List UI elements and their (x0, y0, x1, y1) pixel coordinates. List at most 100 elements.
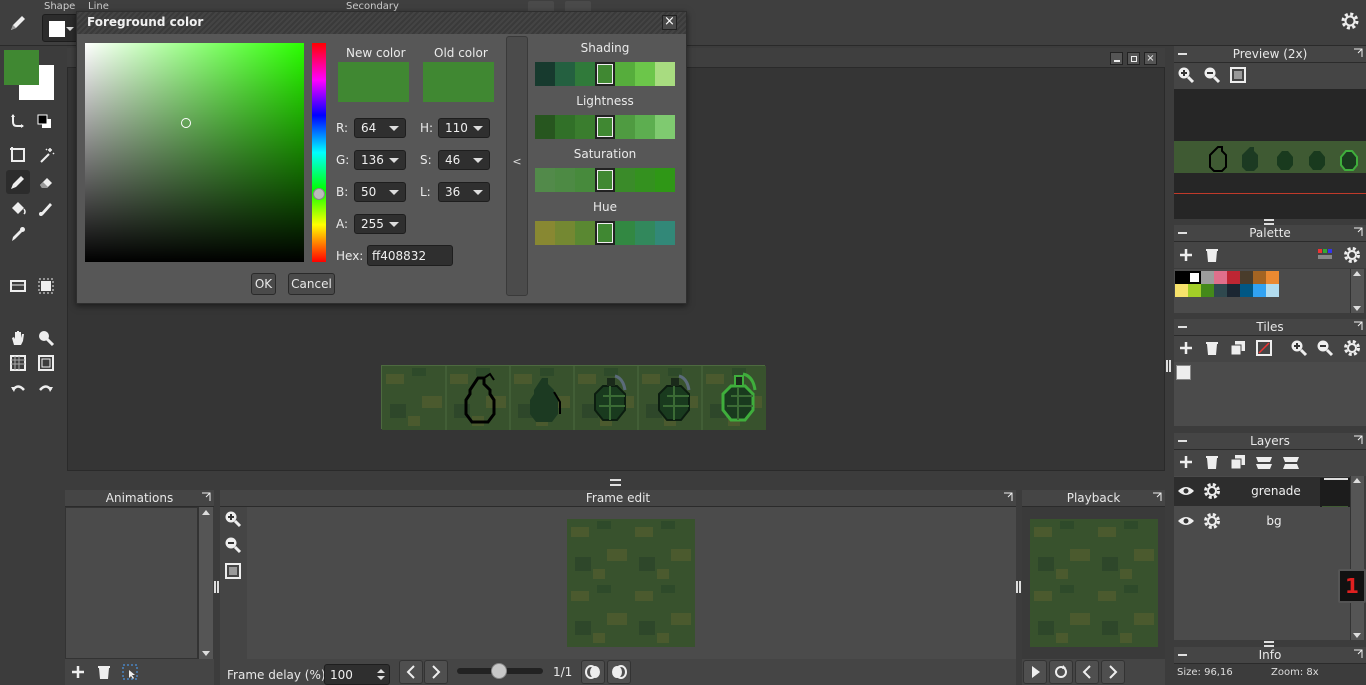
brush-icon[interactable] (34, 196, 58, 220)
frame-zoom-in-icon[interactable] (221, 507, 245, 531)
lightness-swatch[interactable] (655, 115, 675, 139)
frame-delay-input[interactable]: 100 (324, 664, 390, 685)
hue-swatch[interactable] (655, 221, 675, 245)
palette-swatch[interactable] (1201, 284, 1214, 297)
layers-merge-down-icon[interactable] (1279, 450, 1303, 474)
eraser-icon[interactable] (34, 170, 58, 194)
saturation-swatch[interactable] (535, 168, 555, 192)
pin-icon[interactable] (1353, 227, 1363, 237)
preview-fit-icon[interactable] (1226, 63, 1250, 87)
grid-icon[interactable] (6, 351, 30, 375)
layers-scrollbar[interactable] (1350, 476, 1364, 640)
lightness-swatches[interactable] (535, 115, 675, 139)
bottom-splitter-left[interactable] (214, 581, 219, 593)
cancel-button[interactable]: Cancel (288, 273, 335, 295)
g-select[interactable]: 136 (354, 150, 406, 170)
tiles-settings-icon[interactable] (1340, 336, 1364, 360)
playback-next-icon[interactable] (1101, 660, 1125, 684)
canvas-restore-button[interactable] (1127, 52, 1140, 65)
settings-gear-icon[interactable] (1338, 9, 1362, 33)
next-frame-icon[interactable] (424, 660, 448, 684)
hand-pan-icon[interactable] (6, 326, 30, 350)
tiles-add-icon[interactable] (1174, 336, 1198, 360)
layers-add-icon[interactable] (1174, 450, 1198, 474)
saturation-swatch[interactable] (655, 168, 675, 192)
saturation-swatches[interactable] (535, 168, 675, 192)
shading-swatch[interactable] (635, 62, 655, 86)
collapse-panel-button[interactable]: < (506, 36, 528, 296)
canvas-minimize-button[interactable] (1110, 52, 1123, 65)
layer-settings-gear-icon[interactable] (1200, 509, 1224, 533)
palette-swatch[interactable] (1240, 271, 1253, 284)
animation-select-icon[interactable] (118, 660, 142, 684)
pin-icon[interactable] (1353, 435, 1363, 445)
pin-icon[interactable] (1152, 492, 1162, 502)
palette-swatch[interactable] (1227, 284, 1240, 297)
shape-dropdown[interactable] (42, 14, 78, 42)
a-select[interactable]: 255 (354, 214, 406, 234)
frame-slider-handle[interactable] (491, 663, 507, 679)
shading-swatch[interactable] (615, 62, 635, 86)
palette-preset-icon[interactable] (1314, 243, 1338, 267)
pin-icon[interactable] (1353, 649, 1363, 659)
hue-swatch[interactable] (615, 221, 635, 245)
palette-swatch[interactable] (1266, 271, 1279, 284)
palette-swatch[interactable] (1175, 271, 1188, 284)
fill-bucket-icon[interactable] (6, 196, 30, 220)
lightness-swatch[interactable] (555, 115, 575, 139)
notification-badge[interactable]: 1 (1338, 569, 1366, 603)
tiles-duplicate-icon[interactable] (1226, 336, 1250, 360)
saturation-swatch[interactable] (555, 168, 575, 192)
horizontal-splitter[interactable] (610, 479, 621, 486)
shading-swatch[interactable] (555, 62, 575, 86)
undo-icon[interactable] (6, 377, 30, 401)
swap-colors-icon[interactable] (6, 109, 30, 133)
layers-delete-icon[interactable] (1200, 450, 1224, 474)
saturation-swatch[interactable] (595, 168, 615, 192)
hue-swatch[interactable] (535, 221, 555, 245)
layer-visibility-eye-icon[interactable] (1174, 509, 1198, 533)
b-select[interactable]: 50 (354, 182, 406, 202)
hue-swatch[interactable] (555, 221, 575, 245)
tiles-zoom-in-icon[interactable] (1287, 336, 1311, 360)
saturation-value-picker[interactable] (85, 43, 304, 262)
pencil-icon[interactable] (6, 170, 30, 194)
palette-swatch[interactable] (1188, 284, 1201, 297)
animation-add-icon[interactable] (66, 660, 90, 684)
palette-swatch[interactable] (1227, 271, 1240, 284)
pin-icon[interactable] (1353, 48, 1363, 58)
vertical-splitter[interactable] (1166, 360, 1171, 372)
frame-edit-tile[interactable] (567, 519, 695, 647)
saturation-swatch[interactable] (615, 168, 635, 192)
tile-thumbnail[interactable] (1176, 365, 1191, 380)
dialog-close-button[interactable]: × (662, 15, 677, 30)
pencil-tool-icon[interactable] (6, 11, 30, 35)
hue-swatch[interactable] (575, 221, 595, 245)
frame-zoom-out-icon[interactable] (221, 533, 245, 557)
s-select[interactable]: 46 (438, 150, 490, 170)
zoom-icon[interactable] (34, 326, 58, 350)
play-icon[interactable] (1023, 660, 1047, 684)
hue-slider[interactable] (312, 43, 326, 262)
shading-swatch[interactable] (595, 62, 615, 86)
palette-swatch[interactable] (1253, 271, 1266, 284)
layers-merge-up-icon[interactable] (1252, 450, 1276, 474)
palette-swatch[interactable] (1214, 271, 1227, 284)
eyedropper-icon[interactable] (6, 222, 30, 246)
palette-delete-icon[interactable] (1200, 243, 1224, 267)
palette-add-icon[interactable] (1174, 243, 1198, 267)
l-select[interactable]: 36 (438, 182, 490, 202)
lightness-swatch[interactable] (615, 115, 635, 139)
magic-wand-icon[interactable] (34, 143, 58, 167)
shading-swatch[interactable] (655, 62, 675, 86)
lightness-swatch[interactable] (575, 115, 595, 139)
tiles-view[interactable] (1174, 362, 1366, 426)
tiles-delete-icon[interactable] (1200, 336, 1224, 360)
hue-swatches[interactable] (535, 221, 675, 245)
palette-settings-icon[interactable] (1340, 243, 1364, 267)
preview-zoom-in-icon[interactable] (1174, 63, 1198, 87)
preview-zoom-out-icon[interactable] (1200, 63, 1224, 87)
hex-input[interactable] (367, 245, 453, 266)
playback-prev-icon[interactable] (1075, 660, 1099, 684)
palette-grid[interactable] (1174, 269, 1350, 313)
